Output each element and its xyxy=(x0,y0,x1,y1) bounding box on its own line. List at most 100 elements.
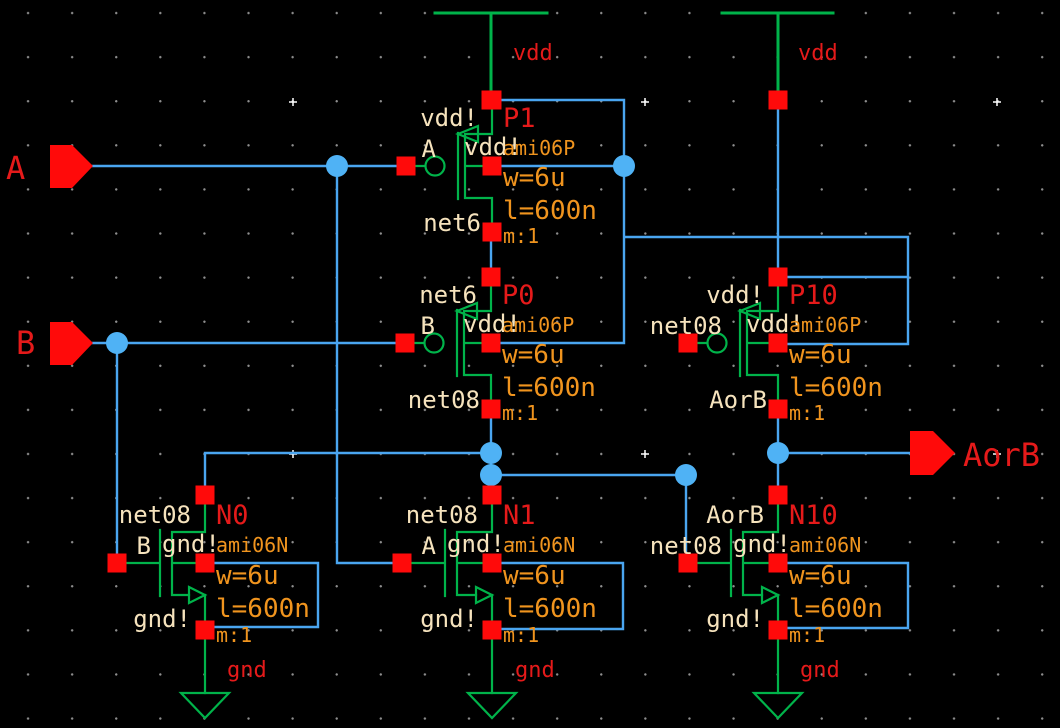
source-pin-square[interactable] xyxy=(195,620,215,640)
drain-net-label[interactable]: vdd! xyxy=(420,104,478,132)
multiplier-param: m:1 xyxy=(789,623,825,647)
bulk-net-label[interactable]: gnd! xyxy=(162,530,220,558)
gate-net-label[interactable]: net08 xyxy=(650,532,722,560)
gnd-label[interactable]: gnd xyxy=(227,658,267,683)
vdd-symbol-right[interactable]: vdd xyxy=(720,11,838,110)
multiplier-param: m:1 xyxy=(503,623,539,647)
drain-pin-square[interactable] xyxy=(195,485,215,505)
multiplier-param: m:1 xyxy=(502,401,538,425)
gate-net-label[interactable]: B xyxy=(137,532,151,560)
junction-dot[interactable] xyxy=(767,442,789,464)
source-pin-square[interactable] xyxy=(482,620,502,640)
drain-pin-square[interactable] xyxy=(482,485,502,505)
length-param: l=600n xyxy=(789,373,883,403)
junction-dot[interactable] xyxy=(106,332,128,354)
output-pin-aorb[interactable]: AorB xyxy=(910,431,1040,475)
gate-pin-square[interactable] xyxy=(107,553,127,573)
transistor-N1[interactable]: net08 A gnd! gnd! N1 ami06N w=6u l=600n … xyxy=(392,485,597,648)
bulk-net-label[interactable]: gnd! xyxy=(447,530,505,558)
width-param: w=6u xyxy=(216,561,279,591)
model-label: ami06N xyxy=(503,533,575,557)
multiplier-param: m:1 xyxy=(503,224,539,248)
drain-net-label[interactable]: vdd! xyxy=(706,281,764,309)
gate-net-label[interactable]: net08 xyxy=(650,312,722,340)
schematic-svg: vdd vdd gnd gnd gnd A B AorB vdd! A vdd!… xyxy=(6,11,1040,720)
instance-name: P1 xyxy=(503,103,536,134)
width-param: w=6u xyxy=(789,561,852,591)
output-pin-aorb-label[interactable]: AorB xyxy=(963,436,1040,474)
vdd-pin-square[interactable] xyxy=(768,90,788,110)
schematic-canvas[interactable]: vdd vdd gnd gnd gnd A B AorB vdd! A vdd!… xyxy=(0,0,1060,728)
source-pin-square[interactable] xyxy=(482,222,502,242)
gate-pin-square[interactable] xyxy=(392,553,412,573)
source-net-label[interactable]: gnd! xyxy=(706,605,764,633)
model-label: ami06N xyxy=(789,533,861,557)
source-net-label[interactable]: gnd! xyxy=(420,605,478,633)
drain-net-label[interactable]: net08 xyxy=(119,501,191,529)
drain-net-label[interactable]: net08 xyxy=(406,501,478,529)
bulk-arrow-icon xyxy=(187,585,208,605)
drain-net-label[interactable]: net6 xyxy=(419,281,477,309)
input-pin-a[interactable]: A xyxy=(6,145,93,188)
source-net-label[interactable]: gnd! xyxy=(133,605,191,633)
gnd-triangle xyxy=(178,691,232,720)
instance-name: P0 xyxy=(502,280,535,311)
source-net-label[interactable]: AorB xyxy=(709,386,767,414)
source-net-label[interactable]: net08 xyxy=(408,386,480,414)
junction-dot[interactable] xyxy=(480,442,502,464)
bulk-net-label[interactable]: gnd! xyxy=(733,530,791,558)
gnd-symbol-center[interactable]: gnd xyxy=(465,637,555,720)
source-pin-square[interactable] xyxy=(768,399,788,419)
drain-net-label[interactable]: AorB xyxy=(706,501,764,529)
length-param: l=600n xyxy=(216,594,310,624)
transistor-P10[interactable]: vdd! net08 vdd! AorB P10 ami06P w=6u l=6… xyxy=(650,267,883,426)
vdd-label[interactable]: vdd xyxy=(513,41,553,66)
gnd-symbol-right[interactable]: gnd xyxy=(751,637,840,720)
vdd-label[interactable]: vdd xyxy=(798,41,838,66)
drain-pin-square[interactable] xyxy=(768,267,788,287)
width-param: w=6u xyxy=(502,340,565,370)
gnd-triangle xyxy=(751,691,805,720)
source-pin-square[interactable] xyxy=(768,620,788,640)
transistor-N0[interactable]: net08 B gnd! gnd! N0 ami06N w=6u l=600n … xyxy=(107,485,310,648)
gate-net-label[interactable]: B xyxy=(421,312,435,340)
input-pin-b[interactable]: B xyxy=(16,322,93,365)
drain-pin-square[interactable] xyxy=(482,90,502,110)
junction-dot[interactable] xyxy=(326,155,348,177)
gnd-symbol-left[interactable]: gnd xyxy=(178,637,267,720)
source-net-label[interactable]: net6 xyxy=(423,209,481,237)
bulk-arrow-icon xyxy=(474,585,495,605)
transistor-N10[interactable]: AorB net08 gnd! gnd! N10 ami06N w=6u l=6… xyxy=(650,485,883,648)
width-param: w=6u xyxy=(789,340,852,370)
drain-pin-square[interactable] xyxy=(481,267,501,287)
input-pin-a-label[interactable]: A xyxy=(6,149,25,187)
model-label: ami06P xyxy=(789,313,861,337)
input-pin-b-shape[interactable] xyxy=(50,322,93,365)
width-param: w=6u xyxy=(503,163,566,193)
gnd-triangle xyxy=(465,691,519,720)
input-pin-a-shape[interactable] xyxy=(50,145,93,188)
gnd-label[interactable]: gnd xyxy=(800,658,840,683)
gate-net-label[interactable]: A xyxy=(422,135,437,163)
junction-dot[interactable] xyxy=(613,155,635,177)
transistor-P1[interactable]: vdd! A vdd! net6 P1 ami06P w=6u l=600n m… xyxy=(396,90,597,249)
wire-output-aorb[interactable] xyxy=(776,417,911,488)
length-param: l=600n xyxy=(503,196,597,226)
drain-pin-square[interactable] xyxy=(768,485,788,505)
junction-dot[interactable] xyxy=(480,464,502,486)
input-pin-b-label[interactable]: B xyxy=(16,324,35,362)
length-param: l=600n xyxy=(502,373,596,403)
gnd-label[interactable]: gnd xyxy=(515,658,555,683)
model-label: ami06P xyxy=(502,313,574,337)
gate-pin-square[interactable] xyxy=(395,333,415,353)
width-param: w=6u xyxy=(503,561,566,591)
junction-dot[interactable] xyxy=(675,464,697,486)
gate-net-label[interactable]: A xyxy=(422,532,437,560)
transistor-P0[interactable]: net6 B vdd! net08 P0 ami06P w=6u l=600n … xyxy=(395,267,596,426)
instance-name: N1 xyxy=(503,500,536,531)
model-label: ami06P xyxy=(503,136,575,160)
source-pin-square[interactable] xyxy=(481,399,501,419)
model-label: ami06N xyxy=(216,533,288,557)
gate-pin-square[interactable] xyxy=(396,156,416,176)
output-pin-aorb-shape[interactable] xyxy=(910,431,955,475)
